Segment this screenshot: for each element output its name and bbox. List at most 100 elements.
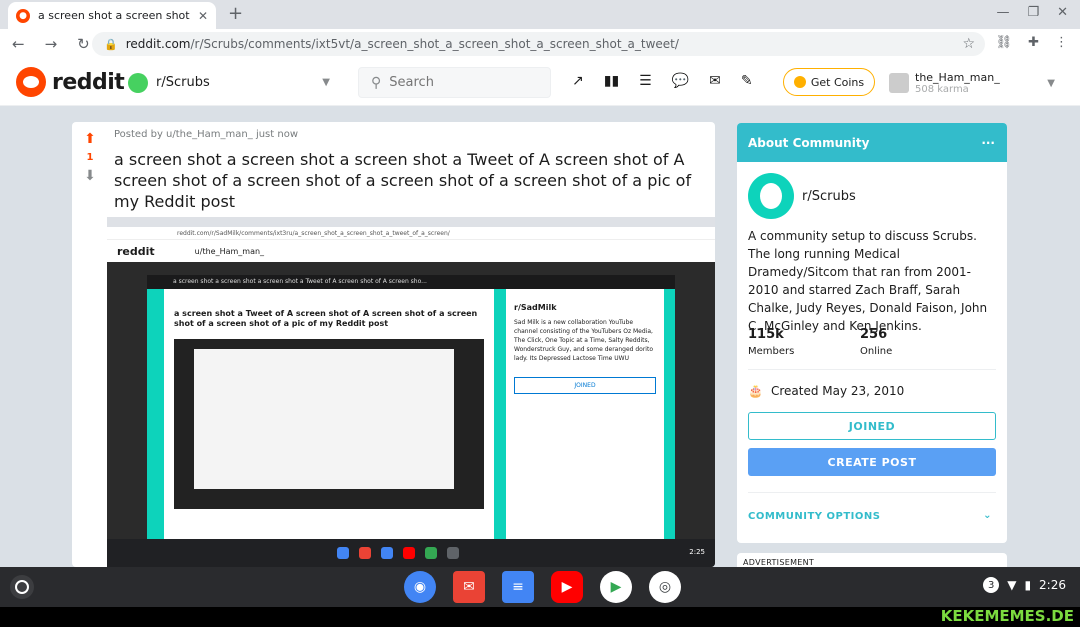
post-meta: Posted by u/the_Ham_man_ just now xyxy=(114,129,298,140)
community-avatar xyxy=(748,173,794,219)
forward-icon[interactable]: → xyxy=(45,35,58,53)
subreddit-selector[interactable]: r/Scrubs ▼ xyxy=(120,66,338,99)
vote-count: 1 xyxy=(86,152,94,163)
advertisement-label: ADVERTISEMENT xyxy=(737,553,1007,567)
embed-modal-bar: a screen shot a screen shot a screen sho… xyxy=(147,275,675,289)
embed-time: 2:25 xyxy=(689,548,705,556)
get-coins-button[interactable]: Get Coins xyxy=(783,68,875,96)
minimize-icon[interactable]: — xyxy=(996,5,1009,20)
embed-post: a screen shot a Tweet of A screen shot o… xyxy=(164,289,494,539)
about-community-header: About Community ··· xyxy=(737,123,1007,162)
online-count: 256 xyxy=(860,327,888,342)
puzzle-icon[interactable]: ✚ xyxy=(1028,35,1039,50)
coin-icon xyxy=(793,76,806,88)
extension-icon[interactable]: ⛓ xyxy=(996,35,1013,50)
maximize-icon[interactable]: ❐ xyxy=(1027,5,1039,20)
members-count: 115k xyxy=(748,327,784,342)
close-window-icon[interactable]: ✕ xyxy=(1057,5,1068,20)
reddit-wordmark: reddit xyxy=(52,69,125,95)
browser-tab-strip: ● a screen shot a screen shot a scr ✕ + … xyxy=(0,0,1080,29)
embed-app-icon xyxy=(425,547,437,559)
members-label: Members xyxy=(748,346,795,357)
back-icon[interactable]: ← xyxy=(12,35,25,53)
embed-app-icon xyxy=(359,547,371,559)
search-input[interactable] xyxy=(389,75,540,90)
embed-shelf-apps xyxy=(337,547,459,559)
subreddit-avatar xyxy=(128,72,148,93)
chat-icon[interactable]: 💬 xyxy=(672,73,689,89)
more-options-icon[interactable]: ··· xyxy=(981,136,995,150)
chrome-icon[interactable]: ◉ xyxy=(404,571,436,603)
chevron-down-icon: ⌄ xyxy=(983,510,992,521)
browser-tab[interactable]: ● a screen shot a screen shot a scr ✕ xyxy=(8,2,216,29)
created-date-text: Created May 23, 2010 xyxy=(770,384,905,398)
username: the_Ham_man_ xyxy=(915,71,1000,84)
os-shelf: ◉ ✉ ≡ ▶ ▶ ◎ 3 ▼ ▮ 2:26 xyxy=(0,567,1080,607)
divider xyxy=(748,492,996,493)
tab-close-icon[interactable]: ✕ xyxy=(198,9,208,23)
window-controls: — ❐ ✕ xyxy=(996,5,1068,20)
post-card: ⬆ 1 ⬇ Posted by u/the_Ham_man_ just now … xyxy=(72,122,715,567)
joined-button[interactable]: JOINED xyxy=(748,412,996,440)
community-name[interactable]: r/Scrubs xyxy=(802,189,856,204)
battery-icon: ▮ xyxy=(1024,578,1032,592)
chevron-down-icon: ▼ xyxy=(1047,77,1055,89)
community-options-toggle[interactable]: COMMUNITY OPTIONS ⌄ xyxy=(748,510,996,522)
url-path: /r/Scrubs/comments/ixt5vt/a_screen_shot_… xyxy=(190,37,679,51)
search-box[interactable]: ⚲ xyxy=(358,67,551,98)
reddit-header: reddit r/Scrubs ▼ ⚲ ↗ ▮▮ ☰ 💬 ✉ ✎ Get Coi… xyxy=(0,59,1080,106)
get-coins-label: Get Coins xyxy=(810,75,865,89)
embed-tabstrip xyxy=(107,217,715,227)
divider xyxy=(748,369,996,370)
create-post-icon[interactable]: ✎ xyxy=(741,73,753,89)
play-store-icon[interactable]: ▶ xyxy=(600,571,632,603)
reddit-favicon-icon: ● xyxy=(16,8,30,23)
shelf-apps: ◉ ✉ ≡ ▶ ▶ ◎ xyxy=(404,571,681,603)
created-date: 🎂 Created May 23, 2010 xyxy=(748,384,904,398)
menu-dots-icon[interactable]: ⋮ xyxy=(1055,35,1068,50)
community-identity: r/Scrubs xyxy=(748,173,856,219)
notification-count: 3 xyxy=(983,577,1000,593)
community-description: A community setup to discuss Scrubs. The… xyxy=(748,229,988,333)
karma-count: 508 karma xyxy=(915,84,969,95)
all-icon[interactable]: ▮▮ xyxy=(604,73,619,89)
lock-icon: 🔒 xyxy=(104,37,118,51)
embed-title: a screen shot a Tweet of A screen shot o… xyxy=(174,309,478,328)
embed-sidebar: r/SadMilk Sad Milk is a new collaboratio… xyxy=(506,289,664,539)
online-stat: 256 Online xyxy=(860,327,972,357)
user-menu[interactable]: the_Ham_man_ 508 karma ▼ xyxy=(889,67,1061,99)
search-icon: ⚲ xyxy=(371,74,382,91)
popular-icon[interactable]: ↗ xyxy=(572,73,584,89)
downvote-arrow-icon[interactable]: ⬇ xyxy=(80,169,100,183)
address-bar-row: ← → ↻ 🔒 reddit.com/r/Scrubs/comments/ixt… xyxy=(0,29,1080,59)
upvote-arrow-icon[interactable]: ⬆ xyxy=(80,132,100,146)
vote-column: ⬆ 1 ⬇ xyxy=(80,132,100,183)
embed-nested-screenshot xyxy=(174,339,484,509)
watermark-text: KEKEMEMES.DE xyxy=(940,607,1074,625)
subreddit-name: r/Scrubs xyxy=(156,75,210,90)
youtube-icon[interactable]: ▶ xyxy=(551,571,583,603)
embed-app-icon xyxy=(337,547,349,559)
create-post-button[interactable]: CREATE POST xyxy=(748,448,996,476)
reload-icon[interactable]: ↻ xyxy=(77,35,90,53)
url-omnibox[interactable]: 🔒 reddit.com/r/Scrubs/comments/ixt5vt/a_… xyxy=(92,32,985,56)
clock-time: 2:26 xyxy=(1039,578,1066,592)
gmail-icon[interactable]: ✉ xyxy=(453,571,485,603)
new-tab-button[interactable]: + xyxy=(228,3,243,24)
camera-icon[interactable]: ◎ xyxy=(649,571,681,603)
bookmark-star-icon[interactable]: ☆ xyxy=(962,36,975,52)
community-icon[interactable]: ☰ xyxy=(639,73,652,89)
post-image[interactable]: reddit.com/r/SadMilk/comments/ixt3ru/a_s… xyxy=(107,217,715,567)
online-label: Online xyxy=(860,346,893,357)
launcher-icon[interactable] xyxy=(10,575,34,599)
embed-side-name: r/SadMilk xyxy=(514,303,557,312)
community-stats: 115k Members 256 Online xyxy=(748,327,972,357)
embed-header: reddit u/the_Ham_man_ xyxy=(107,240,715,262)
mail-icon[interactable]: ✉ xyxy=(709,73,721,89)
docs-icon[interactable]: ≡ xyxy=(502,571,534,603)
url-host: reddit.com xyxy=(125,37,191,51)
status-tray[interactable]: 3 ▼ ▮ 2:26 xyxy=(983,577,1066,593)
browser-extensions: ⛓ ✚ ⋮ xyxy=(996,35,1068,50)
embed-logo: reddit xyxy=(117,244,155,258)
reddit-logo[interactable]: reddit xyxy=(16,67,125,97)
